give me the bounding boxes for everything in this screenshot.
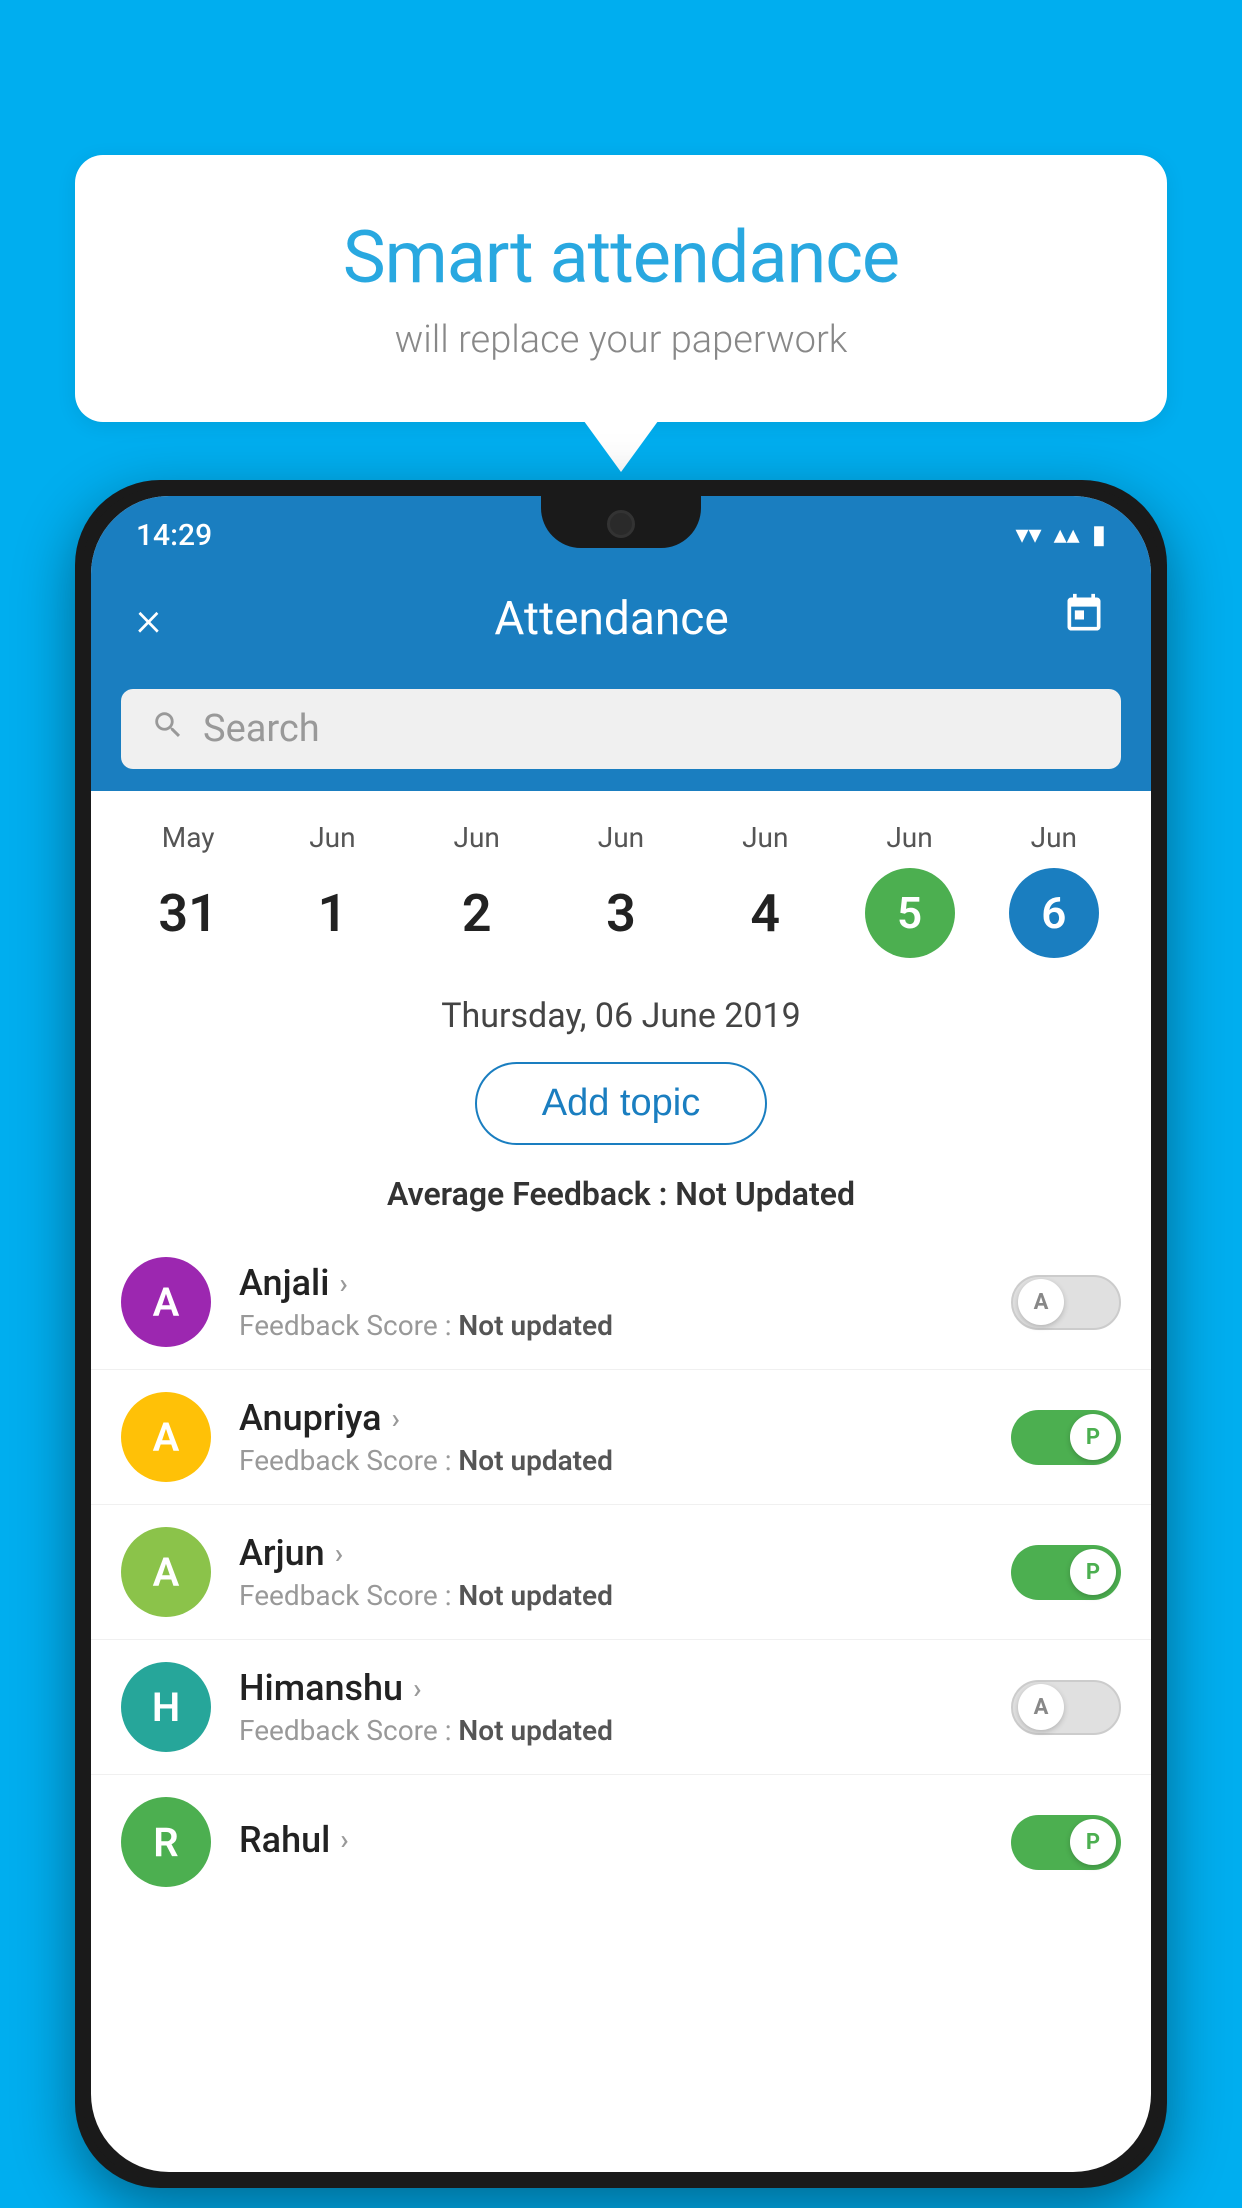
search-input[interactable]: Search: [203, 707, 320, 751]
feedback-score: Feedback Score : Not updated: [239, 1444, 1011, 1477]
bubble-subtitle: will replace your paperwork: [145, 318, 1097, 362]
student-info: Anupriya › Feedback Score : Not updated: [239, 1397, 1011, 1477]
calendar-day[interactable]: May 31: [143, 821, 233, 958]
student-info: Anjali › Feedback Score : Not updated: [239, 1262, 1011, 1342]
day-number[interactable]: 4: [720, 868, 810, 958]
avatar: H: [121, 1662, 211, 1752]
calendar-day[interactable]: Jun 4: [720, 821, 810, 958]
student-name[interactable]: Anjali ›: [239, 1262, 1011, 1304]
calendar-strip: May 31 Jun 1 Jun 2 Jun 3 Jun 4 Jun 5 Jun 6: [91, 791, 1151, 978]
attendance-toggle[interactable]: P: [1011, 1410, 1121, 1465]
phone-frame: 14:29 ▾▾ ▴▴ ▮ × Attendance: [75, 480, 1167, 2188]
student-item[interactable]: A Anupriya › Feedback Score : Not updated P: [91, 1370, 1151, 1505]
toggle-knob: P: [1070, 1414, 1116, 1460]
student-item[interactable]: H Himanshu › Feedback Score : Not updatedA: [91, 1640, 1151, 1775]
avatar: A: [121, 1527, 211, 1617]
toggle-switch[interactable]: P: [1011, 1545, 1121, 1600]
student-name[interactable]: Rahul ›: [239, 1819, 1011, 1861]
feedback-score: Feedback Score : Not updated: [239, 1579, 1011, 1612]
attendance-toggle[interactable]: P: [1011, 1545, 1121, 1600]
toggle-switch[interactable]: P: [1011, 1410, 1121, 1465]
signal-icon: ▴▴: [1054, 520, 1080, 550]
search-bar-container: Search: [91, 671, 1151, 791]
feedback-score: Feedback Score : Not updated: [239, 1309, 1011, 1342]
chevron-icon: ›: [340, 1823, 348, 1856]
student-name[interactable]: Himanshu ›: [239, 1667, 1011, 1709]
student-info: Arjun › Feedback Score : Not updated: [239, 1532, 1011, 1612]
student-name[interactable]: Anupriya ›: [239, 1397, 1011, 1439]
day-number[interactable]: 1: [287, 868, 377, 958]
avg-feedback-value: Not Updated: [675, 1175, 855, 1213]
toggle-switch[interactable]: P: [1011, 1815, 1121, 1870]
student-item[interactable]: A Arjun › Feedback Score : Not updated P: [91, 1505, 1151, 1640]
toggle-switch[interactable]: A: [1011, 1275, 1121, 1330]
day-month: Jun: [309, 821, 355, 854]
day-month: Jun: [1031, 821, 1077, 854]
day-number[interactable]: 31: [143, 868, 233, 958]
feedback-score: Feedback Score : Not updated: [239, 1714, 1011, 1747]
day-month: Jun: [598, 821, 644, 854]
attendance-toggle[interactable]: P: [1011, 1815, 1121, 1870]
calendar-day[interactable]: Jun 6: [1009, 821, 1099, 958]
calendar-day[interactable]: Jun 1: [287, 821, 377, 958]
day-month: Jun: [454, 821, 500, 854]
chevron-icon: ›: [339, 1267, 347, 1300]
add-topic-container: Add topic: [91, 1052, 1151, 1167]
avg-feedback: Average Feedback : Not Updated: [91, 1167, 1151, 1235]
status-icons: ▾▾ ▴▴ ▮: [1015, 520, 1106, 550]
notch: [541, 496, 701, 548]
student-list: AAnjali ›Feedback Score : Not updatedAAA…: [91, 1235, 1151, 1909]
selected-date: Thursday, 06 June 2019: [91, 978, 1151, 1052]
day-number[interactable]: 5: [865, 868, 955, 958]
phone-screen: 14:29 ▾▾ ▴▴ ▮ × Attendance: [91, 496, 1151, 2172]
day-number[interactable]: 3: [576, 868, 666, 958]
avatar: A: [121, 1392, 211, 1482]
app-bar: × Attendance: [91, 566, 1151, 671]
toggle-knob: A: [1018, 1279, 1064, 1325]
attendance-toggle[interactable]: A: [1011, 1275, 1121, 1330]
search-icon: [151, 708, 185, 751]
bubble-title: Smart attendance: [145, 215, 1097, 300]
day-number[interactable]: 2: [432, 868, 522, 958]
toggle-knob: A: [1018, 1684, 1064, 1730]
speech-bubble-container: Smart attendance will replace your paper…: [75, 155, 1167, 422]
chevron-icon: ›: [335, 1537, 343, 1570]
student-info: Rahul ›: [239, 1819, 1011, 1866]
status-time: 14:29: [136, 518, 212, 553]
wifi-icon: ▾▾: [1015, 520, 1041, 550]
chevron-icon: ›: [392, 1402, 400, 1435]
day-number[interactable]: 6: [1009, 868, 1099, 958]
student-name[interactable]: Arjun ›: [239, 1532, 1011, 1574]
day-month: Jun: [742, 821, 788, 854]
toggle-knob: P: [1070, 1819, 1116, 1865]
app-bar-title: Attendance: [494, 592, 728, 646]
calendar-icon[interactable]: [1062, 592, 1106, 646]
avatar: R: [121, 1797, 211, 1887]
speech-bubble: Smart attendance will replace your paper…: [75, 155, 1167, 422]
calendar-day[interactable]: Jun 3: [576, 821, 666, 958]
student-item[interactable]: AAnjali ›Feedback Score : Not updatedA: [91, 1235, 1151, 1370]
attendance-toggle[interactable]: A: [1011, 1680, 1121, 1735]
close-button[interactable]: ×: [136, 590, 161, 647]
add-topic-button[interactable]: Add topic: [475, 1062, 767, 1145]
student-item[interactable]: R Rahul › P: [91, 1775, 1151, 1909]
toggle-switch[interactable]: A: [1011, 1680, 1121, 1735]
phone-inner: 14:29 ▾▾ ▴▴ ▮ × Attendance: [83, 488, 1159, 2180]
chevron-icon: ›: [413, 1672, 421, 1705]
calendar-day[interactable]: Jun 5: [865, 821, 955, 958]
search-bar[interactable]: Search: [121, 689, 1121, 769]
camera: [607, 510, 635, 538]
calendar-day[interactable]: Jun 2: [432, 821, 522, 958]
day-month: May: [162, 821, 215, 854]
day-month: Jun: [886, 821, 932, 854]
toggle-knob: P: [1070, 1549, 1116, 1595]
student-info: Himanshu › Feedback Score : Not updated: [239, 1667, 1011, 1747]
avg-feedback-label: Average Feedback :: [387, 1175, 667, 1213]
avatar: A: [121, 1257, 211, 1347]
battery-icon: ▮: [1092, 520, 1106, 550]
